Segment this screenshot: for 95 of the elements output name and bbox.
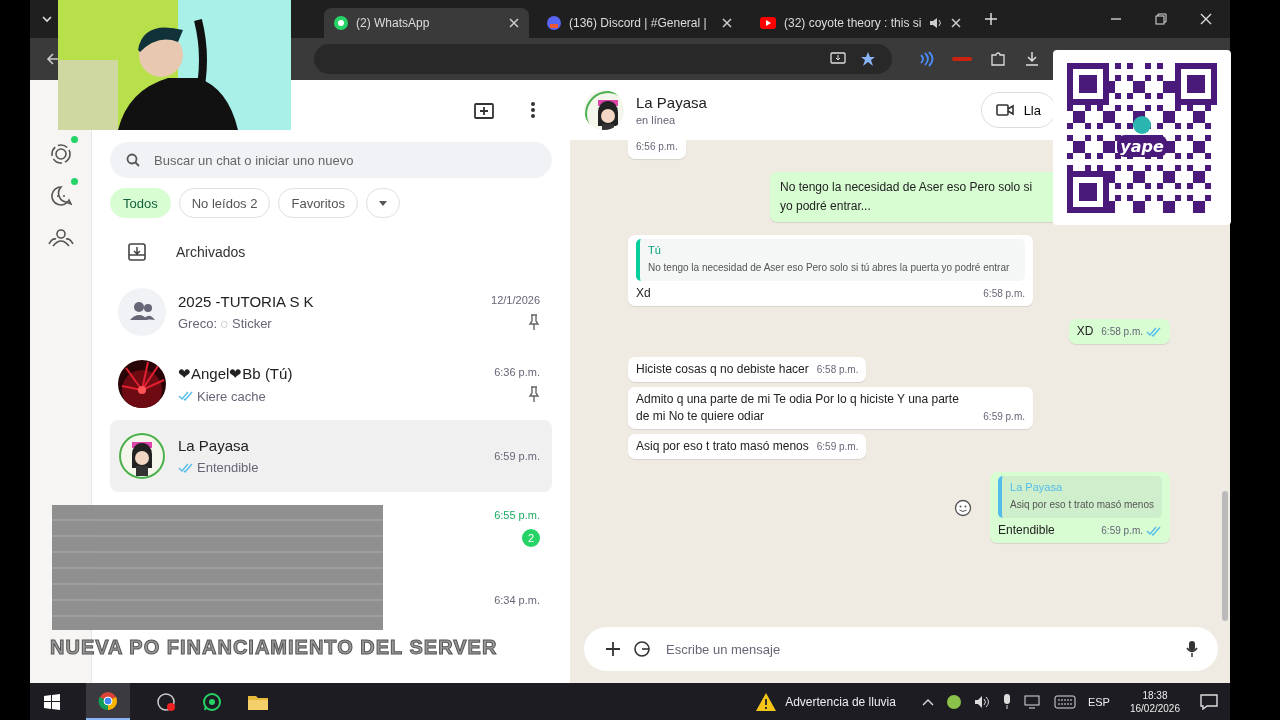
star-icon[interactable] <box>860 51 876 67</box>
extension-icon[interactable] <box>918 51 934 67</box>
archived-row[interactable]: Archivados <box>110 228 552 276</box>
close-icon[interactable] <box>1200 13 1212 25</box>
search-field[interactable]: Buscar un chat o iniciar uno nuevo <box>110 142 552 178</box>
message-text: Xd <box>636 285 651 302</box>
back-icon[interactable] <box>46 52 60 66</box>
message-text: Hiciste cosas q no debiste hacer <box>636 361 809 378</box>
quote-author: Tú <box>648 244 662 256</box>
browser-tab[interactable]: (2) WhatsApp <box>324 8 529 38</box>
record-icon[interactable] <box>156 691 176 712</box>
play-icon <box>760 17 776 29</box>
message-time: 6:58 p.m. <box>983 287 1025 301</box>
chat-time: 6:59 p.m. <box>494 450 540 462</box>
message-preview: Greco: ◌ Sticker <box>178 316 272 331</box>
clock[interactable]: 18:38 16/02/2026 <box>1129 688 1180 715</box>
message-time: 6:58 p.m. <box>1101 325 1143 339</box>
message-preview: Entendible <box>197 460 259 475</box>
quote-text: Asiq por eso t trato masó menos <box>1010 498 1154 512</box>
filter-chip[interactable]: No leídos 2 <box>178 188 271 218</box>
quote-author: La Payasa <box>1010 481 1063 493</box>
people-icon <box>47 227 74 249</box>
message-time: 6:58 p.m. <box>816 363 859 377</box>
contact-name: 2025 -TUTORIA S K <box>178 293 315 310</box>
contact-name: ❤Angel❤Bb (Tú) <box>178 364 294 383</box>
new-tab-icon[interactable] <box>985 13 998 25</box>
scrollbar-thumb[interactable] <box>1222 491 1228 621</box>
chat-row[interactable]: ❤Angel❤Bb (Tú) Kiere cache 6:36 p.m. <box>110 348 552 420</box>
chat-row[interactable]: 2025 -TUTORIA S K Greco: ◌ Sticker 12/1/2026 <box>110 276 552 348</box>
chevron-down-icon <box>378 200 387 206</box>
restore-icon[interactable] <box>1155 13 1167 25</box>
microphone-icon[interactable] <box>1001 693 1012 710</box>
message-text: Admito q una parte de mi Te odia Por lo q hiciste Y una parte de mi No te quiere odiar <box>636 391 960 425</box>
message-time: 6:59 p.m. <box>816 440 859 454</box>
weather-widget[interactable]: Advertencia de lluvia <box>755 691 896 712</box>
chat-time: 6:55 p.m. <box>494 509 540 521</box>
filter-chip[interactable]: Favoritos <box>278 188 358 218</box>
puzzle-icon[interactable] <box>990 51 1006 67</box>
install-app-icon[interactable] <box>830 52 846 66</box>
status-icon <box>49 143 72 165</box>
chevron-up-icon[interactable] <box>921 697 934 706</box>
message-time: 6:59 p.m. <box>1101 524 1143 538</box>
network-icon[interactable] <box>1023 694 1042 709</box>
close-icon[interactable] <box>722 18 732 28</box>
message-text: Entendible <box>998 522 1055 539</box>
message-text: Asiq por eso t trato masó menos <box>636 438 809 455</box>
sticker-icon[interactable] <box>634 641 650 657</box>
emoji-icon[interactable] <box>954 498 973 517</box>
microphone-icon[interactable] <box>1186 640 1198 658</box>
speaker-icon[interactable] <box>929 17 944 29</box>
new-chat-icon[interactable] <box>474 101 494 119</box>
contact-name: La Payasa <box>636 94 708 111</box>
chat-time: 6:36 p.m. <box>494 366 540 378</box>
chat-time: 12/1/2026 <box>491 294 540 306</box>
call-button[interactable]: Lla <box>980 92 1056 128</box>
message-time: 6:59 p.m. <box>983 410 1025 424</box>
warning-icon <box>755 691 778 712</box>
whatsapp-icon[interactable] <box>202 691 222 712</box>
group-avatar-icon <box>118 288 166 336</box>
windows-icon[interactable] <box>44 693 60 710</box>
qr-code: yape <box>1053 50 1231 225</box>
notifications-icon[interactable] <box>1200 693 1218 710</box>
unread-badge: 2 <box>522 529 540 547</box>
archive-icon <box>128 243 146 261</box>
keyboard-icon[interactable] <box>1053 694 1076 709</box>
browser-icon <box>98 690 118 711</box>
speaker-icon[interactable] <box>973 694 990 709</box>
contact-status: en línea <box>636 114 677 126</box>
video-camera-icon <box>995 103 1014 117</box>
folder-icon[interactable] <box>248 693 268 710</box>
close-icon[interactable] <box>951 18 962 28</box>
message-text: XD <box>1076 323 1094 340</box>
language-indicator[interactable]: ESP <box>1087 695 1110 708</box>
download-icon[interactable] <box>1024 51 1040 67</box>
archived-label: Archivados <box>176 244 246 260</box>
filter-chip[interactable]: Todos <box>110 188 171 218</box>
message-text: No tengo la necesidad de Aser eso Pero solo si yo podré entrar... <box>780 179 1034 215</box>
browser-tab[interactable]: (32) coyote theory : this si <box>750 8 972 38</box>
search-icon <box>126 153 140 167</box>
message-time: 6:56 p.m. <box>636 140 678 154</box>
menu-icon[interactable] <box>530 101 536 119</box>
tray-app-icon[interactable] <box>945 693 962 710</box>
chat-time: 6:34 p.m. <box>494 594 540 606</box>
contact-name: La Payasa <box>178 437 250 454</box>
quote-text: No tengo la necesidad de Aser eso Pero solo si tú abres la puerta yo podré entrar <box>648 261 1011 275</box>
message-preview: Kiere cache <box>197 388 266 404</box>
chat-row[interactable]: La Payasa Entendible 6:59 p.m. <box>110 420 552 492</box>
taskbar-app[interactable] <box>86 683 130 720</box>
plus-icon[interactable] <box>606 642 620 656</box>
close-icon[interactable] <box>509 18 519 28</box>
whatsapp-icon <box>334 16 348 30</box>
ticker-text: NUEVA PO FINANCIAMIENTO DEL SERVER <box>50 636 498 659</box>
discord-icon <box>547 16 561 30</box>
message-field[interactable]: Escribe un mensaje <box>584 627 1218 671</box>
browser-tab[interactable]: (136) Discord | #General | <box>537 8 742 38</box>
